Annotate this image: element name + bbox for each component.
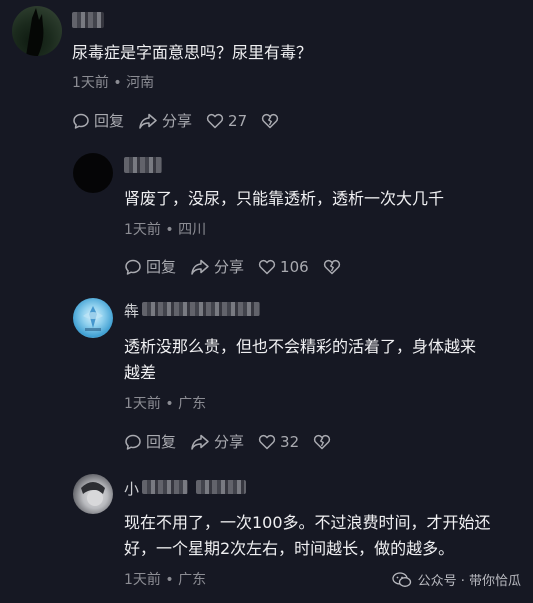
comment-meta: 1天前 • 四川 [124, 222, 207, 238]
comment-icon [125, 259, 141, 275]
reply-button[interactable]: 回复 [124, 431, 176, 452]
share-label: 分享 [214, 433, 245, 451]
watermark: 公众号 · 带你恰瓜 [391, 570, 521, 589]
share-icon [139, 113, 157, 129]
comment-meta: 1天前 • 广东 [124, 396, 207, 412]
comment-meta: 1天前 • 广东 [124, 572, 207, 588]
broken-heart-icon [323, 259, 340, 274]
avatar[interactable] [12, 6, 62, 56]
heart-icon [206, 113, 224, 128]
like-button[interactable]: 27 [206, 112, 247, 130]
watermark-text: 公众号 · 带你恰瓜 [417, 574, 521, 589]
comment-actions: 回复 分享 32 [124, 431, 349, 452]
share-button[interactable]: 分享 [138, 110, 192, 131]
like-count: 32 [280, 432, 300, 451]
reply-button[interactable]: 回复 [124, 256, 176, 277]
share-button[interactable]: 分享 [190, 431, 244, 452]
comment-actions: 回复 分享 27 [72, 110, 297, 131]
reply-label: 回复 [94, 112, 125, 130]
username-blurred[interactable] [196, 480, 246, 494]
heart-icon [258, 259, 276, 274]
reply-label: 回复 [146, 258, 177, 276]
avatar[interactable] [73, 153, 113, 193]
comment-text: 肾废了，没尿，只能靠透析，透析一次大几千 [124, 189, 445, 208]
dislike-button[interactable] [313, 433, 335, 451]
reply-label: 回复 [146, 433, 177, 451]
like-count: 27 [228, 111, 248, 130]
comment-icon [125, 434, 141, 450]
share-icon [191, 259, 209, 275]
username-first-char[interactable]: 小 [124, 478, 139, 499]
like-button[interactable]: 106 [258, 258, 309, 276]
share-button[interactable]: 分享 [190, 256, 244, 277]
comment-text: 透析没那么贵，但也不会精彩的活着了，身体越来 越差 [124, 337, 477, 382]
like-count: 106 [280, 257, 309, 276]
username-blurred[interactable] [142, 302, 260, 316]
comment-icon [73, 113, 89, 129]
share-label: 分享 [162, 112, 193, 130]
avatar[interactable] [73, 474, 113, 514]
dislike-button[interactable] [323, 258, 345, 276]
like-button[interactable]: 32 [258, 433, 299, 451]
share-label: 分享 [214, 258, 245, 276]
comment-actions: 回复 分享 106 [124, 256, 359, 277]
wechat-icon [391, 571, 411, 587]
dislike-button[interactable] [261, 112, 283, 130]
heart-icon [258, 434, 276, 449]
username-blurred[interactable] [72, 12, 104, 28]
broken-heart-icon [261, 113, 279, 128]
comment-text: 尿毒症是字面意思吗？尿里有毒？ [72, 43, 313, 62]
username-first-char[interactable]: 犇 [124, 300, 139, 321]
reply-button[interactable]: 回复 [72, 110, 124, 131]
username-blurred[interactable] [124, 157, 162, 173]
avatar[interactable] [73, 298, 113, 338]
share-icon [191, 434, 209, 450]
broken-heart-icon [313, 434, 331, 449]
comment-meta: 1天前 • 河南 [72, 75, 155, 91]
comment-text: 现在不用了，一次100多。不过浪费时间，才开始还 好，一个星期2次左右，时间越长… [124, 513, 491, 558]
username-blurred[interactable] [142, 480, 188, 494]
